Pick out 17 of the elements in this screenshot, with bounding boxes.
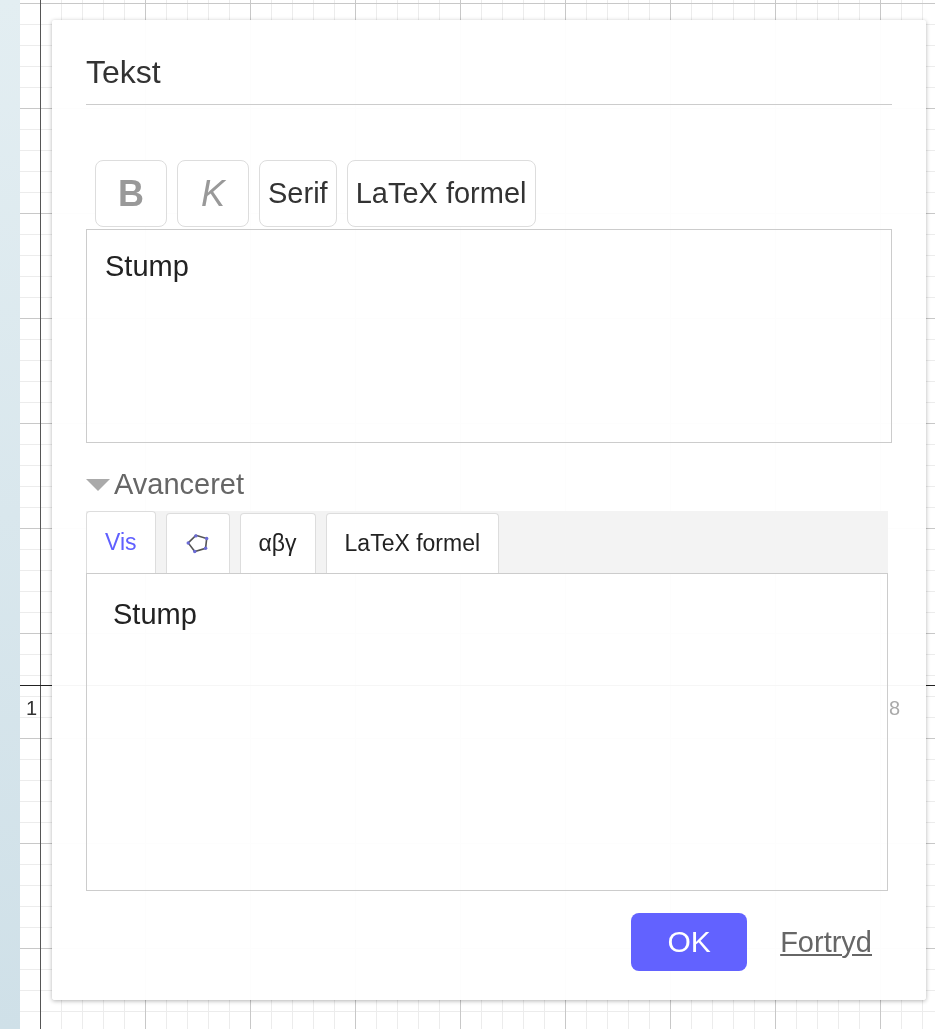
input-text: Stump: [105, 250, 189, 282]
advanced-toggle[interactable]: Avanceret: [86, 468, 892, 501]
tab[interactable]: αβγ: [239, 513, 316, 573]
caret-icon: [86, 478, 110, 491]
tab[interactable]: LaTeX formel: [325, 513, 500, 573]
cancel-link[interactable]: Fortryd: [780, 925, 872, 959]
format-button[interactable]: Serif: [259, 160, 337, 227]
tab[interactable]: Vis: [86, 511, 156, 573]
format-button[interactable]: LaTeX formel: [346, 160, 536, 227]
axis-label: 1: [26, 697, 38, 720]
ok-button[interactable]: OK: [631, 913, 748, 971]
tab[interactable]: [165, 513, 230, 573]
text-input[interactable]: Stump: [86, 229, 892, 443]
dialog-title: Tekst: [86, 54, 162, 91]
axis-label: 8: [889, 697, 901, 720]
polygon-icon: [184, 532, 211, 555]
preview-text: Stump: [113, 598, 197, 630]
